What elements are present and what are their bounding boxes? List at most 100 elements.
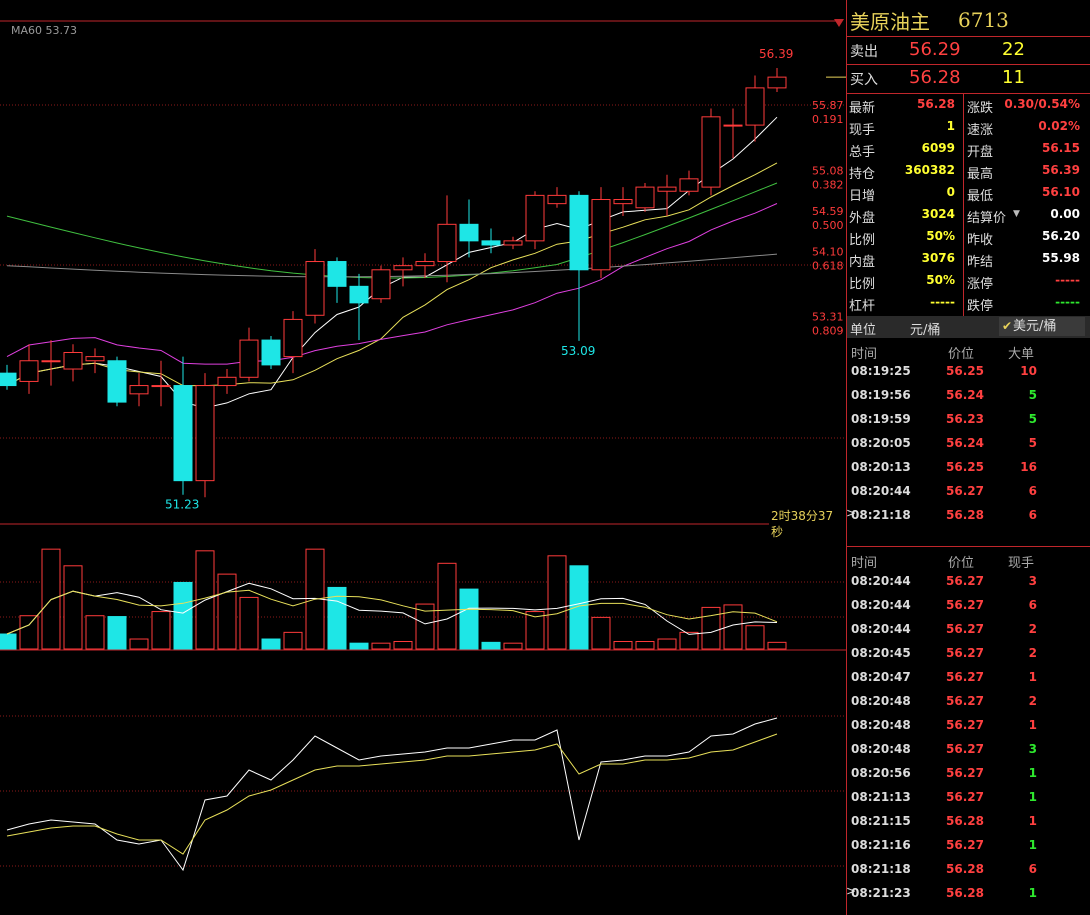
quote-field-value: 56.28: [917, 97, 955, 111]
quote-field-label: 最高: [967, 167, 994, 182]
quote-grid-row: 比例 50% 涨停 -----: [847, 270, 1090, 292]
chart-area[interactable]: 55.87 0.191 55.08 0.382 54.59 0.500 54.10 0.618…: [0, 0, 846, 915]
row-volume: 1: [1028, 670, 1037, 684]
quote-field-label: 杠杆: [849, 299, 876, 314]
list-item[interactable]: 08:20:44 56.27 3: [847, 570, 1090, 594]
quote-field-label: 跌停: [967, 299, 994, 314]
fib-price-label: 54.59: [812, 205, 844, 218]
volume-bar: [745, 625, 765, 650]
row-time: 08:19:59: [851, 412, 911, 426]
row-volume: 6: [1028, 598, 1037, 612]
fib-price-label: 53.31: [812, 311, 844, 324]
list-item[interactable]: 08:20:13 56.25 16: [847, 456, 1090, 480]
row-volume: 1: [1028, 838, 1037, 852]
list-item[interactable]: 08:20:48 56.27 2: [847, 690, 1090, 714]
list-item[interactable]: 08:19:59 56.23 5: [847, 408, 1090, 432]
quote-field-value: 56.20: [1042, 229, 1080, 243]
quote-field-value: 50%: [926, 273, 955, 287]
list-item[interactable]: >08:21:18 56.28 6: [846, 504, 1090, 528]
row-volume: 1: [1028, 814, 1037, 828]
list-item[interactable]: 08:20:44 56.27 6: [847, 594, 1090, 618]
volume-bar: [393, 641, 413, 650]
row-volume: 5: [1028, 412, 1037, 426]
list-item[interactable]: 08:20:45 56.27 2: [847, 642, 1090, 666]
list-item[interactable]: 08:19:56 56.24 5: [847, 384, 1090, 408]
volume-bar: [283, 631, 303, 650]
quote-field-label: 比例: [849, 233, 876, 248]
list-item[interactable]: 08:20:44 56.27 2: [847, 618, 1090, 642]
quote-field-value: 3076: [921, 251, 955, 265]
candle: [547, 194, 567, 205]
quote-field-value: 6099: [921, 141, 955, 155]
quote-field-value: 0: [946, 185, 955, 199]
row-price: 56.27: [946, 622, 984, 636]
quote-field-value: 0.30/0.54%: [1004, 97, 1080, 111]
candle: [745, 87, 765, 126]
candle: [283, 318, 303, 358]
buy-label: 买入: [850, 72, 878, 88]
list-item[interactable]: >08:21:23 56.28 1: [846, 882, 1090, 906]
unit-bar: 单位 元/桶 ✔ 美元/桶: [847, 316, 1090, 338]
quote-field-label: 结算价: [967, 211, 1007, 226]
quote-grid-row: 日增 0 最低 56.10: [847, 182, 1090, 204]
row-price: 56.27: [946, 598, 984, 612]
dropdown-arrow-icon[interactable]: ▼: [1013, 209, 1020, 219]
volume-bar: [547, 555, 567, 650]
quote-grid-row: 现手 1 速涨 0.02%: [847, 116, 1090, 138]
candle: [129, 385, 149, 395]
ma60-label: MA60 53.73: [11, 24, 77, 37]
list-item[interactable]: 08:20:44 56.27 6: [847, 480, 1090, 504]
candle: [327, 261, 347, 287]
list-item[interactable]: 08:20:05 56.24 5: [847, 432, 1090, 456]
candle: [569, 194, 589, 271]
candle: [657, 186, 677, 192]
fib-price-label: 54.10: [812, 245, 844, 258]
row-time: 08:21:15: [851, 814, 911, 828]
row-time: 08:19:25: [851, 364, 911, 378]
unit-option-yuan[interactable]: 元/桶: [910, 319, 940, 338]
buy-row[interactable]: 买入 56.28 11: [847, 65, 1090, 93]
volume-bar: [635, 641, 655, 650]
volume-bar: [19, 615, 39, 650]
list-item[interactable]: 08:21:16 56.27 1: [847, 834, 1090, 858]
candle: [481, 240, 501, 246]
candle: [503, 240, 523, 246]
volume-bar: [151, 611, 171, 650]
list-item[interactable]: 08:21:15 56.28 1: [847, 810, 1090, 834]
volume-bar: [481, 641, 501, 650]
candle: [239, 339, 259, 378]
row-price: 56.27: [946, 838, 984, 852]
fib-ratio-label: 0.618: [812, 259, 844, 272]
candle: [261, 339, 281, 366]
unit-option-usd-label: 美元/桶: [1013, 319, 1057, 334]
symbol-code: 6713: [958, 8, 1009, 32]
grid-separator: [963, 94, 964, 316]
list-item[interactable]: 08:21:18 56.28 6: [847, 858, 1090, 882]
buy-price: 56.28: [909, 67, 961, 88]
kline-chart[interactable]: 55.870.191 55.080.382 54.590.500 54.100.618…: [0, 0, 846, 915]
quote-grid-row: 杠杆 ----- 跌停 -----: [847, 292, 1090, 314]
list-item[interactable]: 08:19:25 56.25 10: [847, 360, 1090, 384]
quote-panel: 美原油主 6713 卖出 56.29 22 买入 56.28 11 最新 56.2…: [846, 0, 1090, 915]
row-time: 08:20:45: [851, 646, 911, 660]
indicator-line-a: [6, 717, 778, 872]
candle: [591, 199, 611, 271]
list-item[interactable]: 08:20:47 56.27 1: [847, 666, 1090, 690]
unit-option-usd[interactable]: ✔ 美元/桶: [999, 317, 1085, 336]
list-item[interactable]: 08:20:48 56.27 1: [847, 714, 1090, 738]
symbol-name: 美原油主: [850, 10, 930, 34]
sell-row[interactable]: 卖出 56.29 22: [847, 37, 1090, 65]
list-item[interactable]: 08:21:13 56.27 1: [847, 786, 1090, 810]
list-item[interactable]: 08:20:56 56.27 1: [847, 762, 1090, 786]
candle: [195, 385, 215, 482]
quote-field-value: 56.15: [1042, 141, 1080, 155]
divider: [847, 546, 1090, 547]
volume-bar: [0, 633, 17, 650]
row-volume: 6: [1028, 508, 1037, 522]
row-volume: 2: [1028, 694, 1037, 708]
row-volume: 6: [1028, 484, 1037, 498]
row-price: 56.27: [946, 694, 984, 708]
quote-field-value: 50%: [926, 229, 955, 243]
list-item[interactable]: 08:20:48 56.27 3: [847, 738, 1090, 762]
candle: [85, 356, 105, 362]
